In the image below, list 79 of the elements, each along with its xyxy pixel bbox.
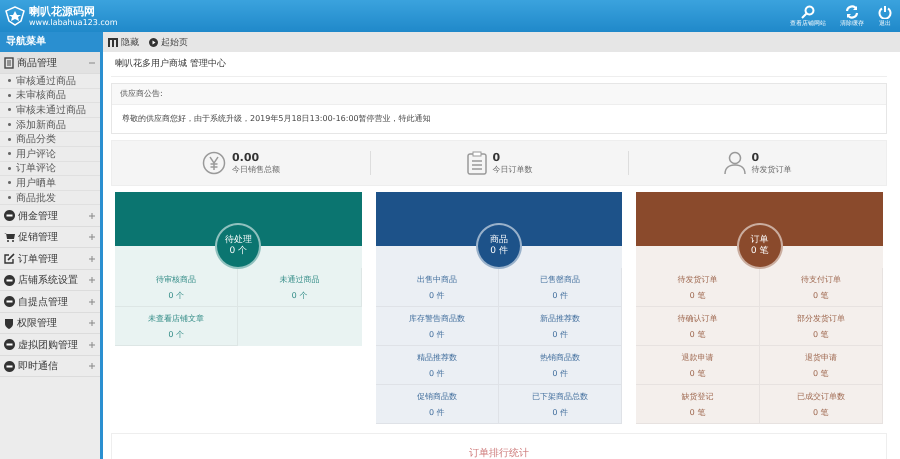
sidebar-group[interactable]: 促销管理 [0, 226, 100, 248]
expand-icon[interactable] [89, 363, 95, 370]
minus-circle-icon [4, 296, 15, 308]
stat-label: 今日订单数 [492, 164, 532, 175]
notice-text: 尊敬的供应商您好，由于系统升级，2019年5月18日13:00-16:00暂停营业，特此通知 [121, 113, 432, 125]
minus-circle-icon [4, 210, 15, 222]
clipboard-icon [466, 151, 486, 175]
sidebar-group[interactable]: 商品管理 [0, 52, 100, 74]
stat-cell[interactable]: 新品推荐数 0 件 [498, 307, 622, 346]
sidebar-group[interactable]: 自提点管理 [0, 291, 100, 313]
sidebar-item[interactable]: 商品分类 [0, 132, 100, 147]
sidebar-group[interactable]: 订单管理 [0, 248, 100, 270]
expand-icon[interactable] [89, 277, 95, 284]
minus-circle-icon [4, 274, 15, 286]
stat-cell[interactable]: 精品推荐数 0 件 [376, 346, 499, 385]
expand-icon[interactable] [89, 256, 95, 262]
stat-cell[interactable]: 已成交订单数 0 笔 [760, 385, 883, 424]
stat-label: 今日销售总额 [232, 164, 280, 175]
stat-cell[interactable]: 部分发货订单 0 笔 [760, 307, 883, 346]
stat-cell[interactable]: 未查看店铺文章 0 个 [115, 307, 238, 346]
page-title: 喇叭花多用户商城 管理中心 [111, 52, 887, 77]
collapse-icon[interactable] [89, 60, 95, 66]
logo-title: 喇叭花源码网 [29, 6, 96, 18]
sidebar-item[interactable]: 商品批发 [0, 190, 100, 206]
yen-icon [202, 151, 226, 175]
notice-heading: 供应商公告: [112, 84, 886, 105]
minus-circle-icon [4, 360, 15, 372]
stat-value: 0.00 [232, 151, 260, 164]
sidebar-group[interactable]: 即时通信 [0, 356, 100, 378]
sidebar-item[interactable]: 用户评论 [0, 146, 100, 162]
stat-cell[interactable]: 退款申请 0 笔 [636, 346, 760, 385]
toolbar-link[interactable]: 隐藏 [108, 36, 139, 48]
stat-cell[interactable]: 出售中商品 0 件 [376, 268, 499, 307]
sidebar-group[interactable]: 店铺系统设置 [0, 270, 100, 292]
user-icon [724, 151, 746, 175]
stat-cell[interactable]: 退货申请 0 笔 [760, 346, 883, 385]
toolbar-link[interactable]: 起始页 [149, 36, 188, 48]
stat-cell[interactable]: 缺货登记 0 笔 [636, 385, 760, 424]
sidebar-item[interactable]: 审核未通过商品 [0, 103, 100, 118]
stat-cell[interactable]: 热销商品数 0 件 [498, 346, 622, 385]
sidebar-item[interactable]: 审核通过商品 [0, 74, 100, 89]
sidebar-item[interactable]: 用户晒单 [0, 176, 100, 191]
sidebar-title: 导航菜单 [0, 32, 100, 52]
logo-icon [4, 5, 26, 27]
logo-url: www.labahua123.com [29, 18, 118, 26]
sidebar-item[interactable]: 未审核商品 [0, 88, 100, 104]
expand-icon[interactable] [89, 234, 95, 240]
expand-icon[interactable] [89, 320, 95, 326]
sidebar-item[interactable]: 添加新商品 [0, 118, 100, 132]
sidebar-group[interactable]: 佣金管理 [0, 205, 100, 227]
cart-icon [4, 232, 15, 242]
stat-value: 0 [752, 151, 760, 164]
expand-icon[interactable] [89, 342, 95, 348]
stat-cell[interactable]: 待确认订单 0 笔 [636, 307, 760, 346]
stat-cell[interactable]: 未通过商品 0 个 [238, 268, 362, 307]
columns-icon [108, 38, 118, 46]
stat-cell[interactable]: 库存警告商品数 0 件 [376, 307, 499, 346]
expand-icon[interactable] [89, 298, 95, 305]
chart-title: 订单排行统计 [469, 446, 529, 459]
sidebar-item[interactable]: 订单评论 [0, 162, 100, 176]
expand-icon[interactable] [89, 212, 95, 219]
shield-icon [4, 318, 14, 329]
stat-cell[interactable]: 已售罄商品 0 件 [498, 268, 622, 307]
stat-cell[interactable]: 待发货订单 0 笔 [636, 268, 760, 307]
stat-cell[interactable]: 已下架商品总数 0 件 [498, 385, 622, 424]
minus-circle-icon [4, 339, 15, 350]
document-icon [4, 56, 14, 68]
sidebar-group[interactable]: 权限管理 [0, 312, 100, 334]
sidebar-group[interactable]: 虚拟团购管理 [0, 334, 100, 356]
play-circle-icon [149, 38, 158, 46]
stat-value: 0 [492, 151, 502, 164]
stat-label: 待发货订单 [752, 164, 792, 175]
power-icon [878, 4, 892, 18]
refresh-icon [845, 4, 859, 18]
stat-cell[interactable]: 待支付订单 0 笔 [760, 268, 883, 307]
stat-cell[interactable]: 促销商品数 0 件 [376, 385, 499, 424]
edit-icon [4, 253, 15, 264]
stat-cell[interactable]: 待审核商品 0 个 [115, 268, 238, 307]
search-icon [801, 4, 815, 18]
